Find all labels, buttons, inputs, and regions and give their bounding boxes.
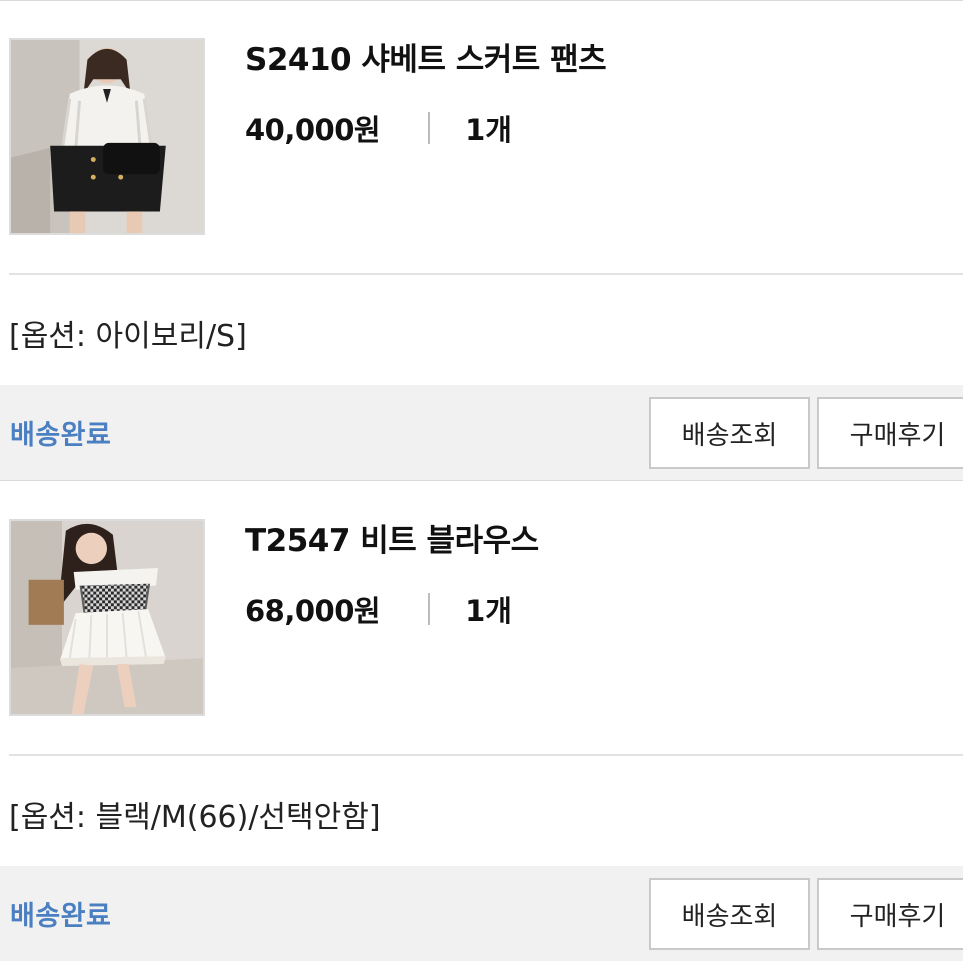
delivery-status: 배송완료: [10, 901, 112, 932]
order-item: T2547 비트 블라우스 68,000원 1개 [옵션: 블랙/M(66)/선…: [0, 481, 963, 962]
divider: [9, 754, 963, 756]
product-price: 68,000원: [245, 594, 381, 628]
product-row[interactable]: S2410 샤베트 스커트 팬츠 40,000원 1개: [0, 0, 963, 275]
divider: [9, 273, 963, 275]
product-option: [옵션: 아이보리/S]: [9, 319, 247, 354]
write-review-button[interactable]: 구매후기: [817, 878, 963, 950]
product-quantity: 1개: [465, 594, 512, 628]
price-quantity-separator: [428, 112, 431, 144]
product-option: [옵션: 블랙/M(66)/선택안함]: [9, 800, 381, 835]
product-price: 40,000원: [245, 113, 381, 147]
write-review-button[interactable]: 구매후기: [817, 397, 963, 469]
product-name[interactable]: T2547 비트 블라우스: [245, 515, 539, 560]
product-quantity: 1개: [465, 113, 512, 147]
product-thumbnail[interactable]: [9, 519, 205, 716]
order-status-bar: 배송완료 배송조회 구매후기: [0, 385, 963, 480]
order-item: S2410 샤베트 스커트 팬츠 40,000원 1개 [옵션: 아이보리/S]…: [0, 0, 963, 481]
track-delivery-button[interactable]: 배송조회: [649, 878, 810, 950]
product-name[interactable]: S2410 샤베트 스커트 팬츠: [245, 34, 607, 79]
price-quantity-separator: [428, 593, 431, 625]
track-delivery-button[interactable]: 배송조회: [649, 397, 810, 469]
product-thumbnail[interactable]: [9, 38, 205, 235]
delivery-status: 배송완료: [10, 420, 112, 451]
order-status-bar: 배송완료 배송조회 구매후기: [0, 866, 963, 961]
product-photo-icon: [11, 40, 203, 233]
price-row: 40,000원 1개: [245, 108, 512, 148]
product-row[interactable]: T2547 비트 블라우스 68,000원 1개: [0, 481, 963, 756]
price-row: 68,000원 1개: [245, 589, 512, 629]
product-photo-icon: [11, 521, 203, 714]
